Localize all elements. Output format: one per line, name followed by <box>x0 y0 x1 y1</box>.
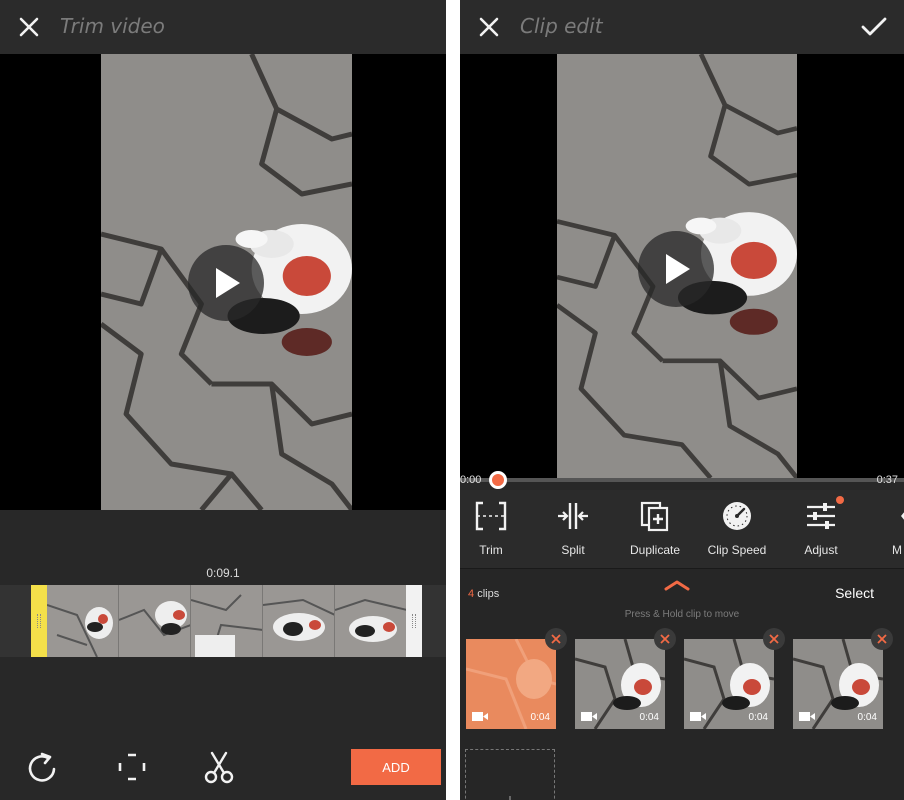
chevron-up-icon[interactable] <box>662 578 692 592</box>
confirm-button[interactable] <box>858 11 890 43</box>
notification-dot <box>836 496 844 504</box>
video-camera-icon <box>472 712 488 721</box>
clip-edit-screen: Clip edit 0:00 0:37 Trim Split Duplicate… <box>460 0 904 800</box>
clip-duration: 0:04 <box>857 712 877 723</box>
delete-clip-button[interactable] <box>545 628 567 650</box>
time-start: 0:00 <box>460 474 482 486</box>
filmstrip-frame <box>263 585 335 657</box>
fullscreen-icon <box>118 753 146 781</box>
close-icon <box>769 634 779 644</box>
split-icon <box>558 503 588 529</box>
more-tool[interactable]: M <box>856 490 904 568</box>
handle-grip-icon <box>412 614 416 628</box>
split-tool[interactable]: Split <box>532 490 614 568</box>
video-preview[interactable] <box>460 54 904 478</box>
close-icon <box>551 634 561 644</box>
checkmark-icon <box>861 17 887 36</box>
trim-timestamp: 0:09.1 <box>206 566 240 580</box>
filmstrip-frame <box>191 585 263 657</box>
close-icon <box>19 17 39 37</box>
delete-clip-button[interactable] <box>763 628 785 650</box>
clip-thumbnail[interactable]: 0:04 <box>466 639 556 729</box>
add-clip-button[interactable] <box>465 749 555 800</box>
clips-count-number: 4 <box>468 588 475 600</box>
clip-duration: 0:04 <box>748 712 768 723</box>
scissors-button[interactable] <box>197 745 241 789</box>
clip-edit-top-bar: Clip edit <box>460 0 904 54</box>
video-preview[interactable] <box>0 54 446 510</box>
clip-thumbnail[interactable]: 0:04 <box>793 639 883 729</box>
video-camera-icon <box>690 712 706 721</box>
clip-duration: 0:04 <box>639 712 659 723</box>
tool-label: Duplicate <box>629 543 681 557</box>
filmstrip-frame <box>119 585 191 657</box>
close-button[interactable] <box>474 12 504 42</box>
video-camera-icon <box>799 712 815 721</box>
add-button[interactable]: ADD <box>351 749 441 785</box>
filmstrip-frame <box>47 585 119 657</box>
clips-count-label: clips <box>477 588 500 600</box>
duplicate-icon <box>640 501 669 532</box>
rotate-button[interactable] <box>20 745 64 789</box>
trim-tool[interactable]: Trim <box>460 490 532 568</box>
time-end: 0:37 <box>876 474 898 486</box>
select-button[interactable]: Select <box>835 585 874 601</box>
clip-duration: 0:04 <box>530 712 550 723</box>
handle-grip-icon <box>37 614 41 628</box>
rotate-icon <box>28 752 56 782</box>
duplicate-tool[interactable]: Duplicate <box>614 490 696 568</box>
tool-label: Clip Speed <box>707 543 767 557</box>
filmstrip-frame <box>335 585 407 657</box>
adjust-tool[interactable]: Adjust <box>780 490 862 568</box>
play-button[interactable] <box>638 231 714 307</box>
clips-count: 4 clips <box>468 588 499 600</box>
tool-label: Split <box>561 543 585 557</box>
adjust-icon <box>807 503 835 529</box>
page-title: Trim video <box>60 14 165 38</box>
close-icon <box>660 634 670 644</box>
clips-panel: 4 clips Select Press & Hold clip to move… <box>460 568 904 800</box>
video-camera-icon <box>581 712 597 721</box>
playhead-knob[interactable] <box>489 471 507 489</box>
delete-clip-button[interactable] <box>871 628 893 650</box>
tool-label: Adjust <box>804 543 838 557</box>
timeline-filmstrip[interactable] <box>31 585 422 657</box>
trim-start-handle[interactable] <box>31 585 47 657</box>
play-icon <box>216 268 240 298</box>
trim-icon <box>475 501 507 531</box>
clip-thumbnail[interactable]: 0:04 <box>684 639 774 729</box>
trim-end-handle[interactable] <box>406 585 422 657</box>
edit-toolbar: Trim Split Duplicate Clip Speed Adjust M <box>460 490 904 568</box>
speed-icon <box>723 502 751 530</box>
fullscreen-button[interactable] <box>110 745 154 789</box>
page-title: Clip edit <box>520 14 603 38</box>
play-button[interactable] <box>188 245 264 321</box>
scissors-icon <box>204 751 234 784</box>
more-icon <box>901 512 904 520</box>
reorder-hint: Press & Hold clip to move <box>624 609 740 620</box>
close-icon <box>877 634 887 644</box>
playback-progress-bar[interactable] <box>460 478 904 482</box>
tool-label: M <box>892 543 902 557</box>
clip-speed-tool[interactable]: Clip Speed <box>696 490 778 568</box>
tool-label: Trim <box>479 543 503 557</box>
close-button[interactable] <box>14 12 44 42</box>
play-icon <box>666 254 690 284</box>
trim-top-bar: Trim video <box>0 0 446 54</box>
trim-video-screen: Trim video 0:09.1 ADD <box>0 0 446 800</box>
clip-thumbnail[interactable]: 0:04 <box>575 639 665 729</box>
close-icon <box>479 17 499 37</box>
delete-clip-button[interactable] <box>654 628 676 650</box>
plus-icon <box>509 796 511 800</box>
